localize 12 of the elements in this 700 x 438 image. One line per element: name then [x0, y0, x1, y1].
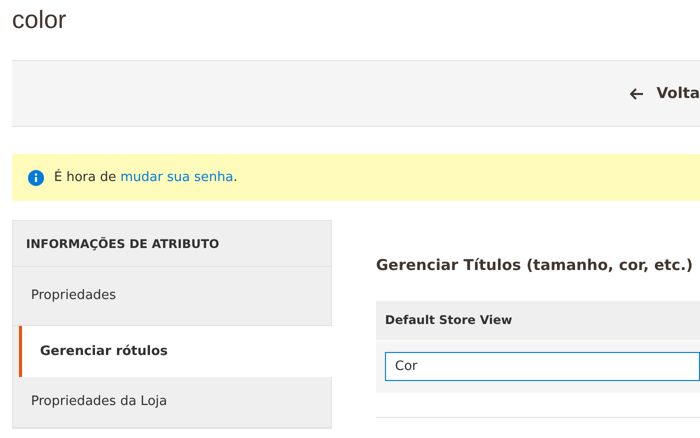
- back-button[interactable]: Volta: [630, 82, 700, 105]
- info-icon: [28, 170, 44, 186]
- sidebar-tab[interactable]: Propriedades da Loja: [13, 377, 331, 428]
- change-password-link[interactable]: mudar sua senha: [120, 170, 234, 185]
- sidebar-tab[interactable]: Gerenciar rótulos: [19, 326, 332, 377]
- back-arrow-icon: [630, 88, 644, 100]
- notice-message: É hora de mudar sua senha.: [54, 168, 238, 187]
- label-input-field[interactable]: Cor: [385, 352, 700, 381]
- sidebar-title: INFORMAÇÕES DE ATRIBUTO: [13, 221, 331, 267]
- section-title: Gerenciar Títulos (tamanho, cor, etc.): [376, 255, 694, 276]
- table-header: Default Store View: [376, 300, 700, 340]
- page-title: color: [12, 5, 68, 36]
